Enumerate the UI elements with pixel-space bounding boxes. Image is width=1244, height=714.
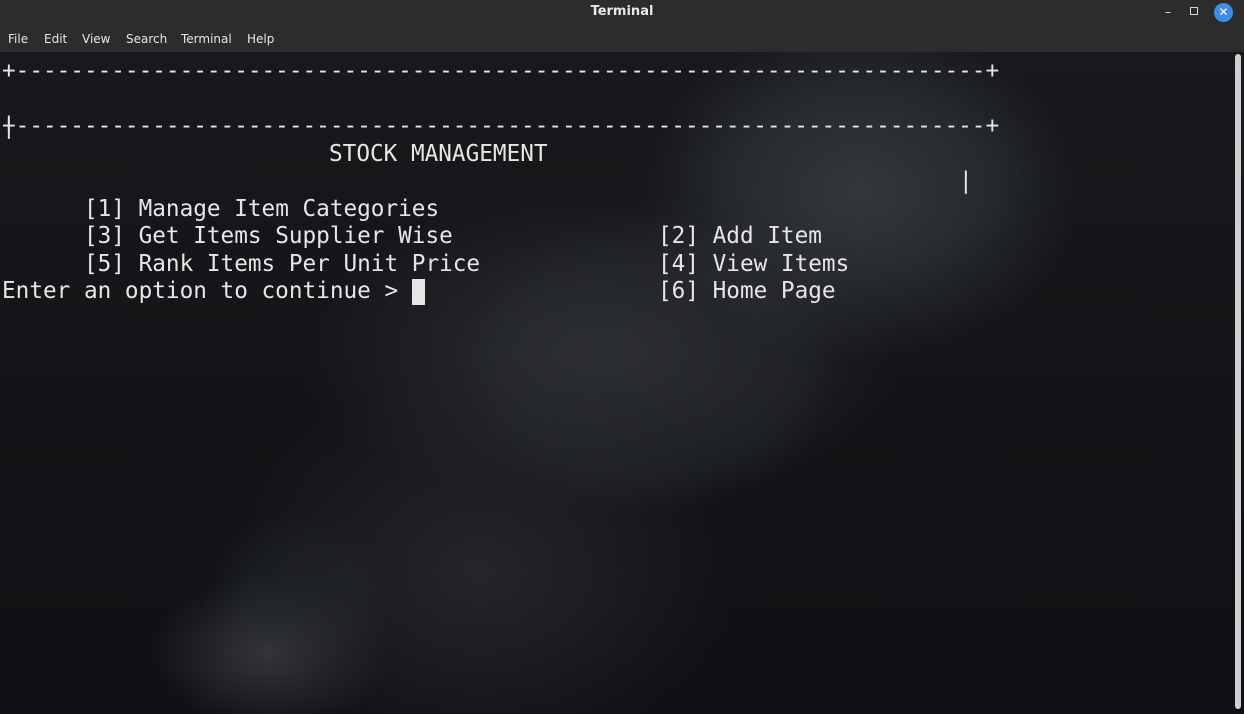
background-cloud bbox=[220, 532, 380, 652]
option-view-items: [4] View Items bbox=[658, 250, 850, 277]
header-border-top: +---------------------------------------… bbox=[2, 58, 1000, 84]
option-add-item: [2] Add Item bbox=[658, 223, 822, 249]
menu-file[interactable]: File bbox=[8, 32, 28, 48]
terminal-area[interactable]: +---------------------------------------… bbox=[0, 52, 1244, 714]
menu-option-row: [5] Rank Items Per Unit Price [6] Home P… bbox=[2, 223, 836, 305]
menu-help[interactable]: Help bbox=[247, 32, 274, 48]
terminal-output: +---------------------------------------… bbox=[2, 58, 999, 361]
maximize-icon[interactable] bbox=[1184, 3, 1204, 23]
menu-terminal[interactable]: Terminal bbox=[181, 32, 232, 48]
menu-bar: File Edit View Search Terminal Help bbox=[0, 26, 1244, 52]
minimize-icon[interactable]: – bbox=[1158, 3, 1178, 23]
header-right-bar: | bbox=[959, 168, 973, 194]
scrollbar[interactable] bbox=[1235, 54, 1241, 709]
window-titlebar: Terminal – ✕ bbox=[0, 0, 1244, 26]
menu-search[interactable]: Search bbox=[126, 32, 167, 48]
menu-option-row: [1] Manage Item Categories [2] Add Item bbox=[2, 168, 822, 250]
option-home-page: [6] Home Page bbox=[658, 278, 836, 304]
window-title: Terminal bbox=[590, 4, 654, 19]
menu-view[interactable]: View bbox=[82, 32, 110, 48]
option-rank-items-per-unit-price: [5] Rank Items Per Unit Price bbox=[83, 250, 481, 277]
menu-edit[interactable]: Edit bbox=[44, 32, 67, 48]
page-title: STOCK MANAGEMENT bbox=[329, 140, 548, 167]
header-border-bottom: +---------------------------------------… bbox=[2, 113, 1000, 139]
menu-option-row: [3] Get Items Supplier Wise [4] View Ite… bbox=[2, 196, 849, 277]
close-icon[interactable]: ✕ bbox=[1214, 3, 1233, 22]
prompt-text: Enter an option to continue > bbox=[2, 278, 412, 304]
header-row: | STOCK MANAGEMENT | bbox=[2, 86, 973, 194]
text-cursor bbox=[411, 279, 425, 305]
prompt-line[interactable]: Enter an option to continue > bbox=[2, 278, 425, 306]
